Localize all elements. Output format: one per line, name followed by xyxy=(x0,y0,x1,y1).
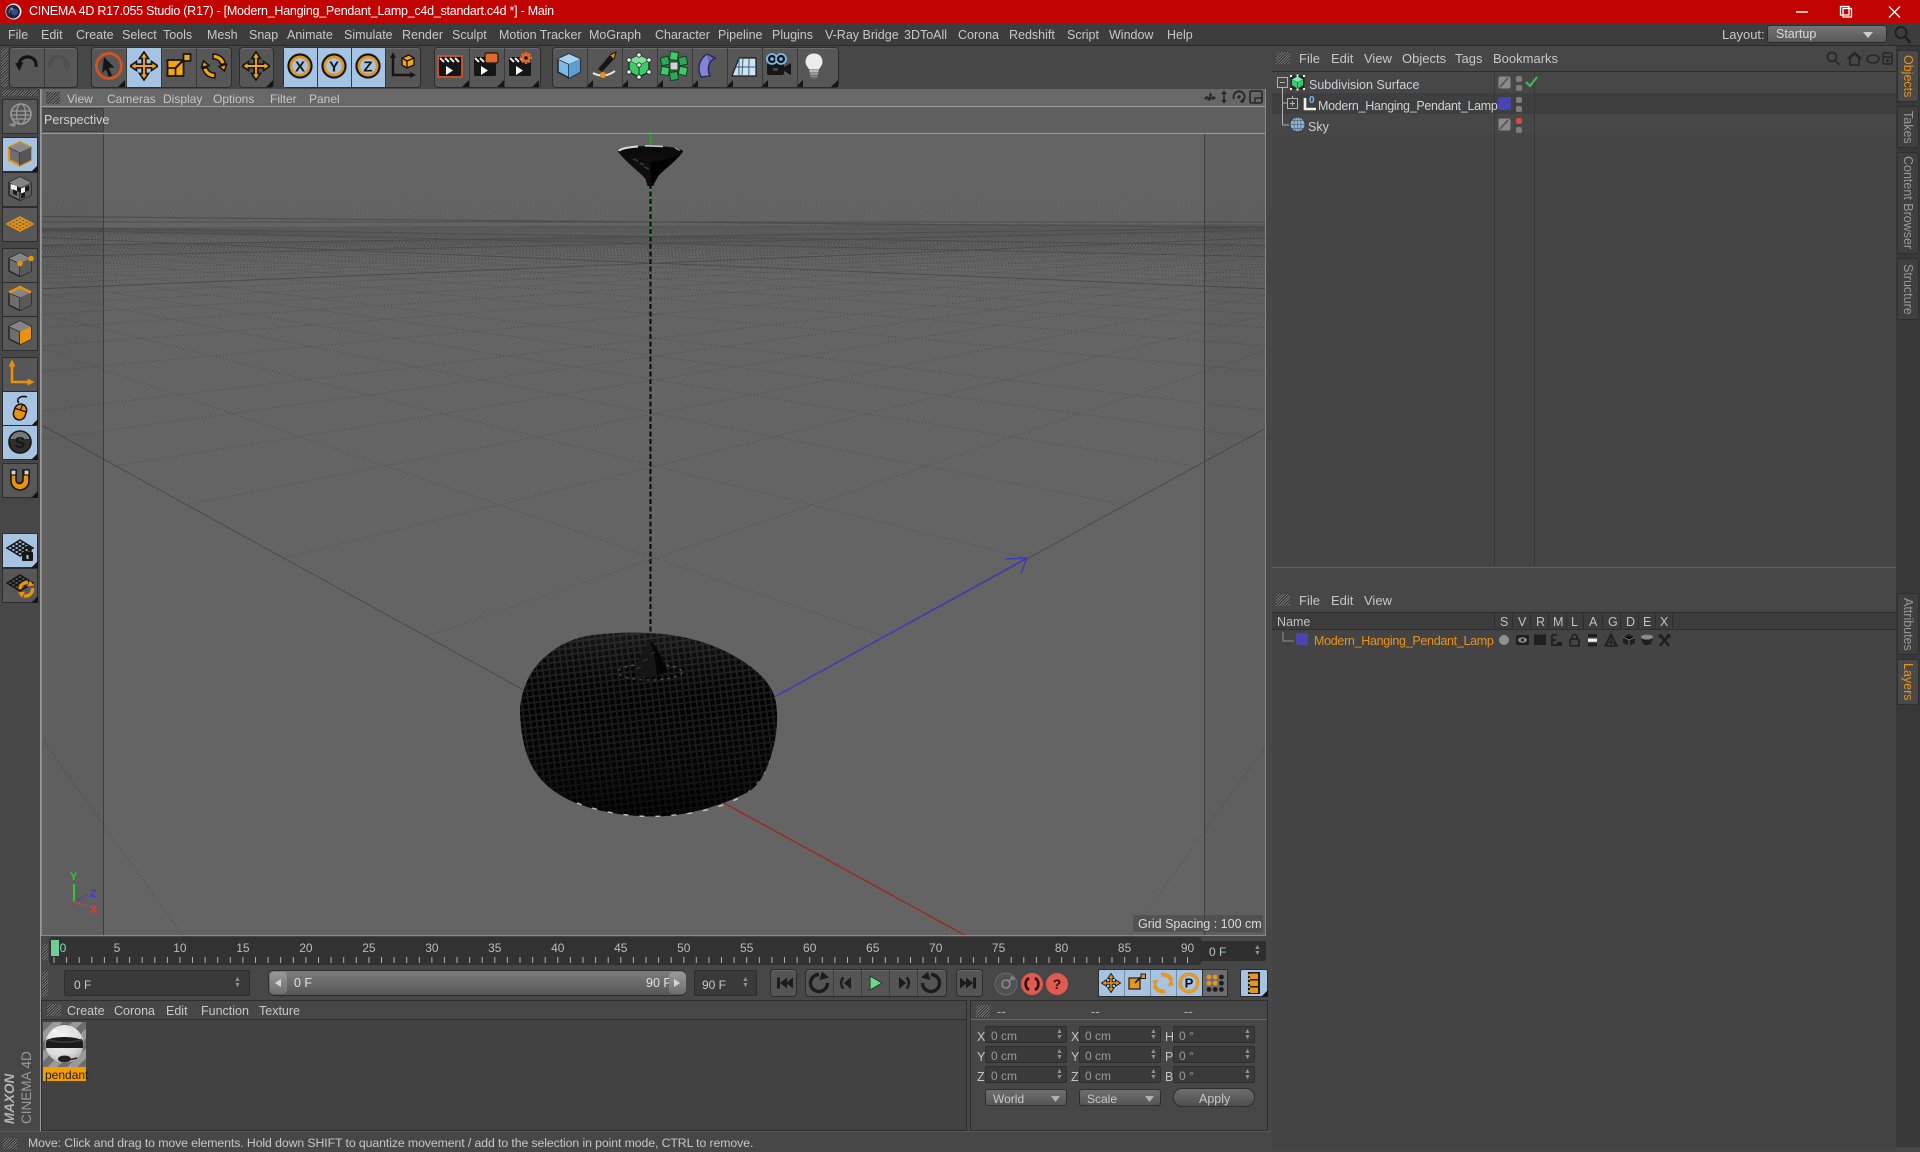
svg-text:5: 5 xyxy=(114,941,121,955)
svg-text:Z: Z xyxy=(363,59,372,76)
svg-text:30: 30 xyxy=(425,941,439,955)
svg-text:40: 40 xyxy=(551,941,565,955)
svg-text:10: 10 xyxy=(173,941,187,955)
svg-text:80: 80 xyxy=(1055,941,1069,955)
svg-text:Z: Z xyxy=(90,888,97,900)
svg-text:70: 70 xyxy=(929,941,943,955)
svg-text:0: 0 xyxy=(60,941,67,955)
svg-text:20: 20 xyxy=(299,941,313,955)
svg-text:75: 75 xyxy=(992,941,1006,955)
svg-text:?: ? xyxy=(1053,976,1062,992)
svg-text:90: 90 xyxy=(1181,941,1195,955)
svg-text:X: X xyxy=(90,904,98,916)
svg-text:35: 35 xyxy=(488,941,502,955)
svg-text:X: X xyxy=(295,59,305,76)
svg-text:15: 15 xyxy=(236,941,250,955)
svg-text:65: 65 xyxy=(866,941,880,955)
svg-text:50: 50 xyxy=(677,941,691,955)
svg-text:25: 25 xyxy=(362,941,376,955)
svg-text:S: S xyxy=(15,435,26,452)
svg-text:60: 60 xyxy=(803,941,817,955)
svg-text:Y: Y xyxy=(70,871,78,883)
svg-text:45: 45 xyxy=(614,941,628,955)
svg-text:85: 85 xyxy=(1118,941,1132,955)
svg-text:55: 55 xyxy=(740,941,754,955)
svg-text:Y: Y xyxy=(329,59,339,76)
svg-text:0: 0 xyxy=(1309,95,1315,106)
svg-text:P: P xyxy=(1185,976,1194,991)
